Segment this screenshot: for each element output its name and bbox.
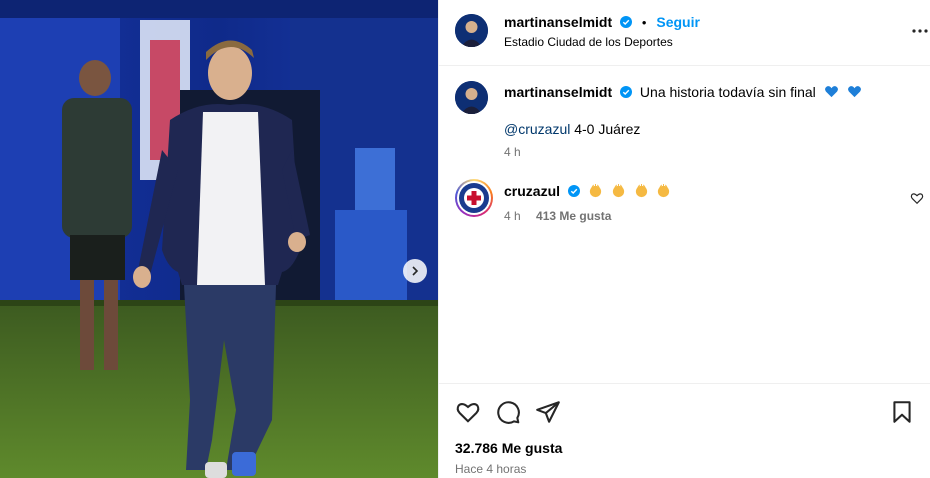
caption-timestamp[interactable]: 4 h [504,145,521,159]
cruz-azul-logo [459,183,489,213]
post-media[interactable] [0,0,438,478]
chevron-right-icon [412,266,419,276]
post-modal: martinanselmidt • Seguir Estadio Ciudad … [0,0,930,478]
post-header: martinanselmidt • Seguir Estadio Ciudad … [439,0,930,66]
verified-badge-icon [567,185,580,197]
clapping-hands-icon [635,183,647,198]
more-options-icon[interactable] [910,22,930,40]
post-timestamp[interactable]: Hace 4 horas [455,462,526,476]
blue-heart-icon [847,86,861,98]
comment-like-heart-icon[interactable] [910,191,924,205]
caption-score-text: 4-0 Juárez [570,121,641,137]
commenter-avatar[interactable] [455,179,493,217]
comment-icon[interactable] [495,399,521,425]
commenter-username[interactable]: cruzazul [504,183,560,199]
caption-author-avatar[interactable] [455,81,488,114]
post-side-panel: martinanselmidt • Seguir Estadio Ciudad … [438,0,930,478]
heart-icon[interactable] [455,399,481,425]
post-likes-count[interactable]: 32.786 Me gusta [455,440,562,456]
post-location[interactable]: Estadio Ciudad de los Deportes [504,35,673,49]
post-photo [0,0,438,478]
separator-dot: • [641,15,647,30]
avatar-image [455,81,488,114]
blue-heart-icon [824,86,838,98]
verified-badge-icon [620,16,633,28]
author-avatar[interactable] [455,14,488,47]
caption-author-username[interactable]: martinanselmidt [504,84,612,100]
carousel-next-button[interactable] [403,259,427,283]
clapping-hands-icon [589,183,601,198]
share-icon[interactable] [535,399,561,425]
avatar-image [455,14,488,47]
clapping-hands-icon [658,183,670,198]
clapping-hands-icon [612,183,624,198]
caption-text: Una historia todavía sin final [639,84,816,100]
post-actions-bar: 32.786 Me gusta Hace 4 horas [439,383,930,478]
author-username[interactable]: martinanselmidt [504,14,612,30]
follow-button[interactable]: Seguir [656,14,700,30]
bookmark-icon[interactable] [889,399,915,425]
mention-link[interactable]: @cruzazul [504,121,570,137]
verified-badge-icon [620,86,633,98]
comment-timestamp[interactable]: 4 h [504,209,521,223]
comment-likes[interactable]: 413 Me gusta [536,209,611,223]
